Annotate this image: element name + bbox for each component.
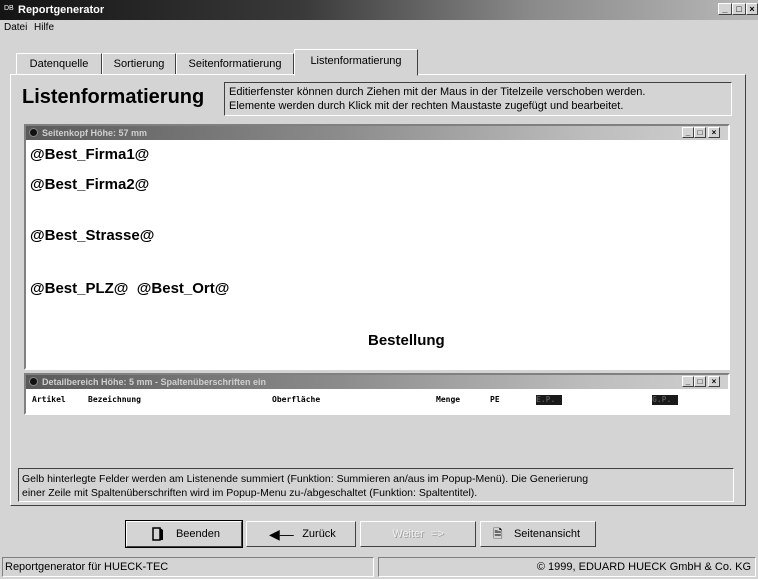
title-bar[interactable]: DB Reportgenerator _ □ ×	[0, 0, 758, 20]
header-editor-window[interactable]: Seitenkopf Höhe: 57 mm _ □ × @Best_Firma…	[24, 124, 730, 370]
page-title: Listenformatierung	[22, 86, 205, 108]
maximize-button[interactable]: □	[732, 3, 746, 15]
arrow-left-icon: ◀—	[269, 526, 294, 542]
maximize-icon[interactable]: □	[694, 127, 706, 138]
hint-box: Gelb hinterlegte Felder werden am Listen…	[18, 468, 734, 502]
menu-datei[interactable]: Datei	[4, 22, 27, 33]
column-artikel[interactable]: Artikel	[32, 395, 66, 405]
exit-door-icon	[152, 527, 163, 541]
tab-listenformatierung[interactable]: Listenformatierung	[294, 49, 418, 76]
header-window-titlebar[interactable]: Seitenkopf Höhe: 57 mm _ □ ×	[26, 126, 728, 140]
status-right: © 1999, EDUARD HUECK GmbH & Co. KG	[378, 557, 756, 577]
close-button[interactable]: ×	[746, 3, 758, 15]
tab-sortierung[interactable]: Sortierung	[102, 53, 176, 75]
hint-line: einer Zeile mit Spaltenüberschriften wir…	[22, 487, 478, 499]
info-line: Elemente werden durch Klick mit der rech…	[229, 100, 624, 112]
detail-window-titlebar[interactable]: Detailbereich Höhe: 5 mm - Spaltenübersc…	[26, 375, 728, 389]
app-icon: DB	[4, 5, 14, 12]
next-label: Weiter	[392, 528, 424, 540]
field-best-firma1[interactable]: @Best_Firma1@	[30, 146, 149, 163]
exit-label: Beenden	[175, 528, 221, 540]
minimize-icon[interactable]: _	[682, 127, 694, 138]
arrow-right-icon: =>	[430, 528, 444, 540]
tab-datenquelle[interactable]: Datenquelle	[16, 53, 102, 75]
detail-window-title: Detailbereich Höhe: 5 mm - Spaltenübersc…	[42, 377, 267, 387]
column-oberflaeche[interactable]: Oberfläche	[272, 395, 320, 405]
window-title: Reportgenerator	[18, 4, 105, 16]
field-best-strasse[interactable]: @Best_Strasse@	[30, 227, 154, 244]
minimize-button[interactable]: _	[718, 3, 732, 15]
field-best-firma2[interactable]: @Best_Firma2@	[30, 176, 149, 193]
page-preview-button[interactable]: 🗎 Seitenansicht	[480, 521, 596, 547]
info-box: Editierfenster können durch Ziehen mit d…	[224, 82, 732, 116]
page-preview-label: Seitenansicht	[513, 528, 581, 540]
column-menge[interactable]: Menge	[436, 395, 460, 405]
close-icon[interactable]: ×	[708, 127, 720, 138]
menu-hilfe[interactable]: Hilfe	[34, 22, 54, 33]
page-icon: 🗎	[493, 527, 503, 541]
window-icon	[29, 128, 38, 137]
exit-button[interactable]: Beenden	[125, 520, 243, 548]
status-left: Reportgenerator für HUECK-TEC	[2, 557, 374, 577]
tab-seitenformatierung[interactable]: Seitenformatierung	[176, 53, 294, 75]
hint-line: Gelb hinterlegte Felder werden am Listen…	[22, 473, 589, 485]
column-pe[interactable]: PE	[490, 395, 500, 405]
info-line: Editierfenster können durch Ziehen mit d…	[229, 86, 646, 98]
back-button[interactable]: ◀— Zurück	[246, 521, 356, 547]
menu-bar: Datei Hilfe	[0, 20, 758, 36]
header-window-title: Seitenkopf Höhe: 57 mm	[42, 128, 148, 138]
minimize-icon[interactable]: _	[682, 376, 694, 387]
column-ep[interactable]: E.P.	[536, 395, 562, 405]
window-icon	[29, 377, 38, 386]
maximize-icon[interactable]: □	[694, 376, 706, 387]
field-best-plz-ort[interactable]: @Best_PLZ@ @Best_Ort@	[30, 280, 229, 297]
back-label: Zurück	[302, 528, 336, 540]
column-bezeichnung[interactable]: Bezeichnung	[88, 395, 141, 405]
close-icon[interactable]: ×	[708, 376, 720, 387]
caption-bestellung[interactable]: Bestellung	[368, 332, 445, 349]
next-button[interactable]: Weiter =>	[360, 521, 476, 547]
column-gp[interactable]: G.P.	[652, 395, 678, 405]
detail-editor-window[interactable]: Detailbereich Höhe: 5 mm - Spaltenübersc…	[24, 373, 730, 415]
